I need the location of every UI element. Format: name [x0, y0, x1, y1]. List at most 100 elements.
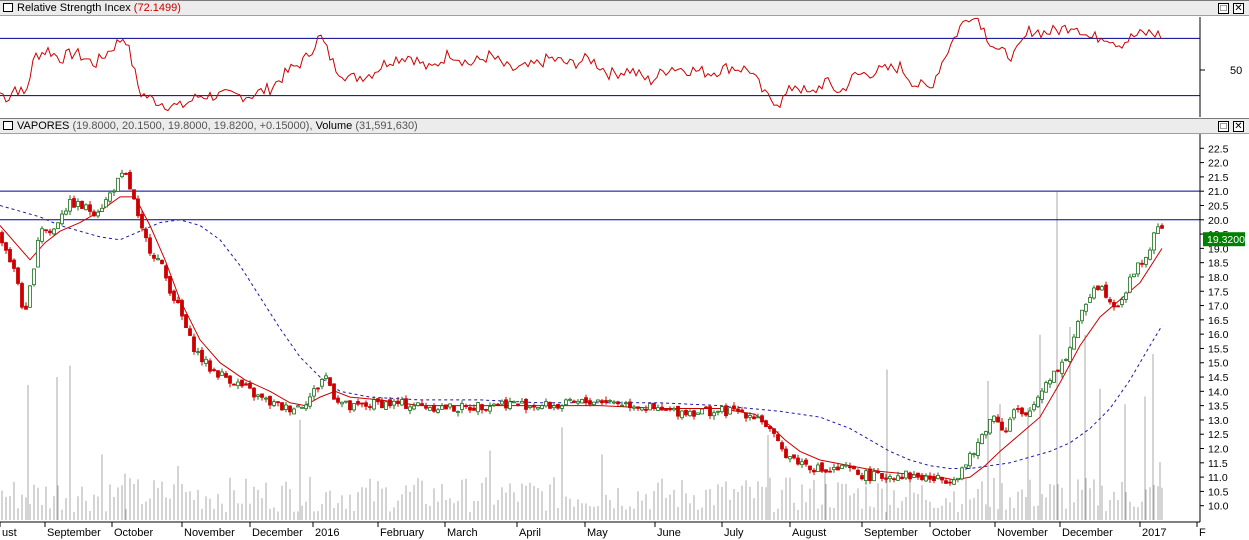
- candle-body: [1160, 225, 1164, 229]
- candle-body: [300, 406, 304, 409]
- volume-value: (31,591,630): [355, 120, 418, 132]
- volume-bars: [1, 191, 1163, 520]
- x-tick-label: F: [1199, 527, 1206, 539]
- x-tick-label: 2016: [315, 527, 339, 539]
- candle-body: [688, 410, 692, 417]
- candle-body: [576, 400, 580, 404]
- candle-body: [364, 402, 368, 407]
- candle-body: [732, 405, 736, 410]
- candle-body: [584, 397, 588, 404]
- candle-body: [528, 405, 532, 408]
- maximize-button[interactable]: □: [1218, 121, 1229, 132]
- candle-body: [1128, 276, 1132, 293]
- candle-body: [680, 410, 684, 419]
- candle-body: [388, 399, 392, 407]
- candle-body: [744, 412, 748, 419]
- candle-body: [80, 200, 84, 209]
- candle-body: [244, 383, 248, 386]
- candle-body: [120, 172, 124, 178]
- y-tick-label: 15.5: [1208, 343, 1229, 355]
- candle-body: [44, 229, 48, 232]
- candle-body: [8, 249, 12, 263]
- candle-body: [580, 399, 584, 404]
- candle-body: [468, 407, 472, 411]
- candle-body: [1052, 370, 1056, 383]
- candle-body: [424, 406, 428, 409]
- candle-body: [624, 402, 628, 405]
- candle-body: [992, 415, 996, 422]
- close-button[interactable]: ✕: [1233, 3, 1244, 14]
- rsi-current-value: (72.1499): [133, 2, 181, 14]
- close-button[interactable]: ✕: [1233, 121, 1244, 132]
- candle-body: [836, 466, 840, 471]
- candle-body: [588, 400, 592, 405]
- candle-body: [380, 400, 384, 409]
- x-tick-label: April: [519, 527, 541, 539]
- candle-body: [1100, 286, 1104, 291]
- candle-body: [24, 305, 28, 310]
- candle-body: [1104, 284, 1108, 298]
- candle-body: [340, 401, 344, 405]
- candle-body: [280, 402, 284, 411]
- candle-body: [788, 456, 792, 460]
- symbol-name: VAPORES: [17, 120, 70, 132]
- candle-body: [128, 171, 132, 190]
- candle-body: [1088, 297, 1092, 303]
- last-price-label: 19.3200: [1207, 234, 1245, 246]
- y-tick-label: 12.5: [1208, 429, 1229, 441]
- candle-body: [168, 275, 172, 294]
- candle-body: [980, 434, 984, 445]
- candle-body: [248, 383, 252, 389]
- candle-body: [616, 401, 620, 405]
- y-tick-label: 18.5: [1208, 258, 1229, 270]
- candle-body: [1080, 309, 1084, 322]
- x-tick-label: September: [864, 527, 918, 539]
- y-tick-label: 21.5: [1208, 172, 1229, 184]
- candle-body: [252, 387, 256, 398]
- candle-body: [872, 471, 876, 482]
- candle-body: [1020, 407, 1024, 415]
- candle-body: [756, 416, 760, 419]
- candle-body: [212, 369, 216, 372]
- candle-body: [572, 400, 576, 403]
- candle-body: [400, 399, 404, 406]
- candle-body: [352, 403, 356, 411]
- y-tick-label: 21.0: [1208, 186, 1229, 198]
- y-tick-label: 17.0: [1208, 301, 1229, 313]
- candle-body: [348, 400, 352, 411]
- candle-body: [904, 470, 908, 479]
- candle-body: [604, 400, 608, 403]
- maximize-button[interactable]: □: [1218, 3, 1229, 14]
- candle-body: [480, 404, 484, 411]
- candle-body: [192, 336, 196, 352]
- y-tick-label: 16.5: [1208, 315, 1229, 327]
- candle-body: [916, 472, 920, 478]
- x-tick-label: March: [447, 527, 478, 539]
- candle-body: [540, 405, 544, 409]
- candle-body: [1028, 410, 1032, 417]
- candle-body: [332, 383, 336, 400]
- candle-body: [408, 406, 412, 411]
- candle-body: [144, 228, 148, 239]
- candle-body: [112, 190, 116, 193]
- candle-body: [180, 300, 184, 317]
- candle-body: [632, 406, 636, 409]
- y-tick-label: 20.5: [1208, 200, 1229, 212]
- panel-menu-icon[interactable]: [3, 3, 13, 12]
- candle-body: [1040, 390, 1044, 400]
- candle-body: [596, 399, 600, 403]
- candle-body: [856, 469, 860, 475]
- candle-body: [684, 410, 688, 416]
- panel-menu-icon[interactable]: [3, 121, 13, 130]
- x-tick-label: June: [657, 527, 681, 539]
- candle-body: [68, 199, 72, 212]
- candle-body: [652, 402, 656, 409]
- candle-body: [56, 222, 60, 229]
- candle-body: [532, 405, 536, 408]
- candle-body: [996, 416, 1000, 423]
- y-tick-label: 12.0: [1208, 444, 1229, 456]
- candle-body: [888, 476, 892, 480]
- y-tick-label: 22.0: [1208, 158, 1229, 170]
- candle-body: [764, 420, 768, 428]
- candle-body: [524, 398, 528, 410]
